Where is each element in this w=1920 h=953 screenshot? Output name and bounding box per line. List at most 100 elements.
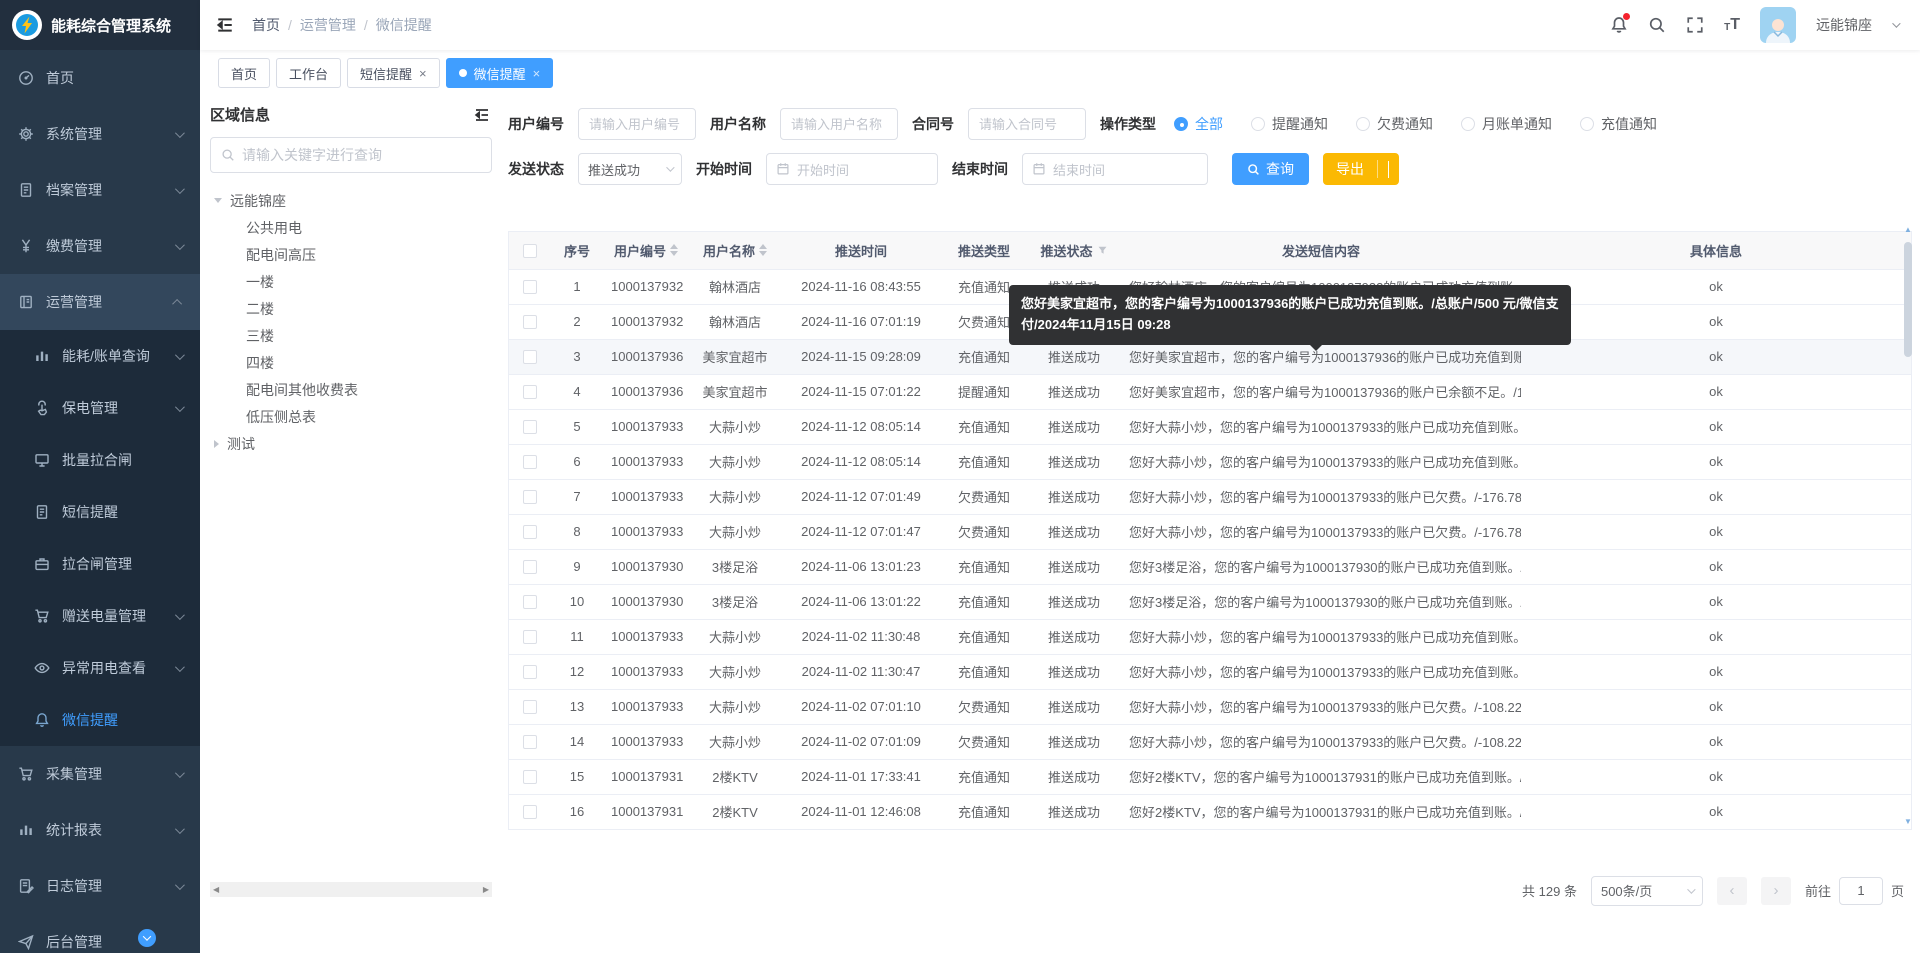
sidebar-item-home[interactable]: 首页 <box>0 50 200 106</box>
sidebar-item-system[interactable]: 系统管理 <box>0 106 200 162</box>
fullscreen-icon[interactable] <box>1686 16 1704 34</box>
tree-node-test[interactable]: 测试 <box>210 430 492 457</box>
breadcrumb-home[interactable]: 首页 <box>252 15 280 35</box>
tab-workbench[interactable]: 工作台 <box>276 58 341 88</box>
tree-horizontal-scrollbar[interactable]: ◀ ▶ <box>210 882 492 897</box>
radio-option[interactable]: 充值通知 <box>1580 114 1657 134</box>
sidebar-item-archives[interactable]: 档案管理 <box>0 162 200 218</box>
user-menu-caret-icon[interactable] <box>1892 19 1900 27</box>
tree-node[interactable]: 配电间其他收费表 <box>210 376 492 403</box>
row-checkbox[interactable] <box>523 315 537 329</box>
row-checkbox[interactable] <box>523 595 537 609</box>
table-row[interactable]: 11 1000137933 大蒜小炒 2024-11-02 11:30:48 充… <box>509 619 1911 654</box>
cell-sms-content[interactable]: 您好3楼足浴，您的客户编号为1000137930的账户已成功充值到账。/... <box>1121 584 1521 619</box>
scroll-up-icon[interactable]: ▲ <box>1904 226 1912 234</box>
row-checkbox[interactable] <box>523 385 537 399</box>
sidebar-item-switch-management[interactable]: 拉合闸管理 <box>0 538 200 590</box>
cell-sms-content[interactable]: 您好美家宜超市，您的客户编号为1000137936的账户已余额不足。/1... <box>1121 374 1521 409</box>
row-checkbox[interactable] <box>523 420 537 434</box>
sidebar-item-sms-reminder[interactable]: 短信提醒 <box>0 486 200 538</box>
tree-node[interactable]: 一楼 <box>210 268 492 295</box>
sidebar-item-statistics[interactable]: 统计报表 <box>0 802 200 858</box>
send-status-select[interactable]: 推送成功 <box>578 153 682 185</box>
sidebar-item-energy-bill-query[interactable]: 能耗/账单查询 <box>0 330 200 382</box>
next-page-button[interactable]: › <box>1761 877 1791 905</box>
table-row[interactable]: 16 1000137931 2楼KTV 2024-11-01 12:46:08 … <box>509 794 1911 829</box>
tab-sms-reminder[interactable]: 短信提醒 × <box>347 58 440 88</box>
tree-node[interactable]: 低压侧总表 <box>210 403 492 430</box>
cell-sms-content[interactable]: 您好2楼KTV，您的客户编号为1000137931的账户已成功充值到账。/... <box>1121 759 1521 794</box>
tree-node[interactable]: 配电间高压 <box>210 241 492 268</box>
radio-option[interactable]: 月账单通知 <box>1461 114 1552 134</box>
end-time-input[interactable]: 结束时间 <box>1022 153 1208 185</box>
column-user-id[interactable]: 用户编号 <box>603 232 689 269</box>
filter-funnel-icon[interactable] <box>1097 245 1108 256</box>
user-name-input[interactable] <box>780 108 898 140</box>
search-button[interactable]: 查询 <box>1232 153 1309 185</box>
panel-fold-icon[interactable] <box>474 107 490 123</box>
scroll-left-icon[interactable]: ◀ <box>213 885 219 894</box>
table-row[interactable]: 8 1000137933 大蒜小炒 2024-11-12 07:01:47 欠费… <box>509 514 1911 549</box>
sidebar-item-batch-switch[interactable]: 批量拉合闸 <box>0 434 200 486</box>
page-size-select[interactable]: 500条/页 <box>1591 876 1703 906</box>
row-checkbox[interactable] <box>523 280 537 294</box>
sidebar-item-gift-power[interactable]: 赠送电量管理 <box>0 590 200 642</box>
breadcrumb-operations[interactable]: 运营管理 <box>300 15 356 35</box>
user-id-input[interactable] <box>578 108 696 140</box>
tree-node[interactable]: 公共用电 <box>210 214 492 241</box>
sidebar-item-power-protection[interactable]: 保电管理 <box>0 382 200 434</box>
sidebar-item-collection[interactable]: 采集管理 <box>0 746 200 802</box>
table-row[interactable]: 7 1000137933 大蒜小炒 2024-11-12 07:01:49 欠费… <box>509 479 1911 514</box>
table-row[interactable]: 10 1000137930 3楼足浴 2024-11-06 13:01:22 充… <box>509 584 1911 619</box>
row-checkbox[interactable] <box>523 525 537 539</box>
sidebar-item-backend[interactable]: 后台管理 <box>0 914 200 953</box>
column-push-status[interactable]: 推送状态 <box>1027 232 1121 269</box>
prev-page-button[interactable]: ‹ <box>1717 877 1747 905</box>
table-vertical-scrollbar[interactable]: ▲ ▼ <box>1902 226 1914 826</box>
sidebar-item-logs[interactable]: 日志管理 <box>0 858 200 914</box>
tree-collapsed-caret-icon[interactable] <box>214 440 219 448</box>
cell-sms-content[interactable]: 您好大蒜小炒，您的客户编号为1000137933的账户已成功充值到账。 ... <box>1121 654 1521 689</box>
sidebar-item-payment[interactable]: 缴费管理 <box>0 218 200 274</box>
close-icon[interactable]: × <box>533 67 541 80</box>
row-checkbox[interactable] <box>523 630 537 644</box>
table-row[interactable]: 12 1000137933 大蒜小炒 2024-11-02 11:30:47 充… <box>509 654 1911 689</box>
table-row[interactable]: 4 1000137936 美家宜超市 2024-11-15 07:01:22 提… <box>509 374 1911 409</box>
export-dropdown-caret[interactable] <box>1378 161 1399 177</box>
tree-node[interactable]: 三楼 <box>210 322 492 349</box>
search-icon[interactable] <box>1648 16 1666 34</box>
tree-node-root[interactable]: 远能锦座 <box>210 187 492 214</box>
cell-sms-content[interactable]: 您好大蒜小炒，您的客户编号为1000137933的账户已成功充值到账。 ... <box>1121 444 1521 479</box>
table-row[interactable]: 9 1000137930 3楼足浴 2024-11-06 13:01:23 充值… <box>509 549 1911 584</box>
radio-option[interactable]: 欠费通知 <box>1356 114 1433 134</box>
sidebar-scroll-down-indicator[interactable] <box>138 929 156 947</box>
row-checkbox[interactable] <box>523 805 537 819</box>
cell-sms-content[interactable]: 您好3楼足浴，您的客户编号为1000137930的账户已成功充值到账。/... <box>1121 549 1521 584</box>
tree-node[interactable]: 二楼 <box>210 295 492 322</box>
table-row[interactable]: 14 1000137933 大蒜小炒 2024-11-02 07:01:09 欠… <box>509 724 1911 759</box>
notification-bell-icon[interactable] <box>1610 16 1628 34</box>
export-button[interactable]: 导出 <box>1323 153 1399 185</box>
row-checkbox[interactable] <box>523 455 537 469</box>
row-checkbox[interactable] <box>523 665 537 679</box>
current-user[interactable]: 远能锦座 <box>1816 15 1872 35</box>
radio-option[interactable]: 全部 <box>1174 114 1223 134</box>
font-size-icon[interactable]: TT <box>1724 17 1740 33</box>
radio-option[interactable]: 提醒通知 <box>1251 114 1328 134</box>
tree-search-input[interactable] <box>242 147 481 163</box>
table-row[interactable]: 5 1000137933 大蒜小炒 2024-11-12 08:05:14 充值… <box>509 409 1911 444</box>
row-checkbox[interactable] <box>523 700 537 714</box>
table-row[interactable]: 6 1000137933 大蒜小炒 2024-11-12 08:05:14 充值… <box>509 444 1911 479</box>
row-checkbox[interactable] <box>523 560 537 574</box>
row-checkbox[interactable] <box>523 490 537 504</box>
cell-sms-content[interactable]: 您好大蒜小炒，您的客户编号为1000137933的账户已欠费。/-108.22 … <box>1121 724 1521 759</box>
close-icon[interactable]: × <box>419 67 427 80</box>
sidebar-item-wechat-reminder[interactable]: 微信提醒 <box>0 694 200 746</box>
page-number-input[interactable] <box>1839 877 1883 905</box>
tree-node[interactable]: 四楼 <box>210 349 492 376</box>
scroll-right-icon[interactable]: ▶ <box>483 885 489 894</box>
avatar[interactable] <box>1760 7 1796 43</box>
table-row[interactable]: 13 1000137933 大蒜小炒 2024-11-02 07:01:10 欠… <box>509 689 1911 724</box>
sort-icon[interactable] <box>670 244 678 256</box>
cell-sms-content[interactable]: 您好大蒜小炒，您的客户编号为1000137933的账户已欠费。/-176.78 … <box>1121 479 1521 514</box>
